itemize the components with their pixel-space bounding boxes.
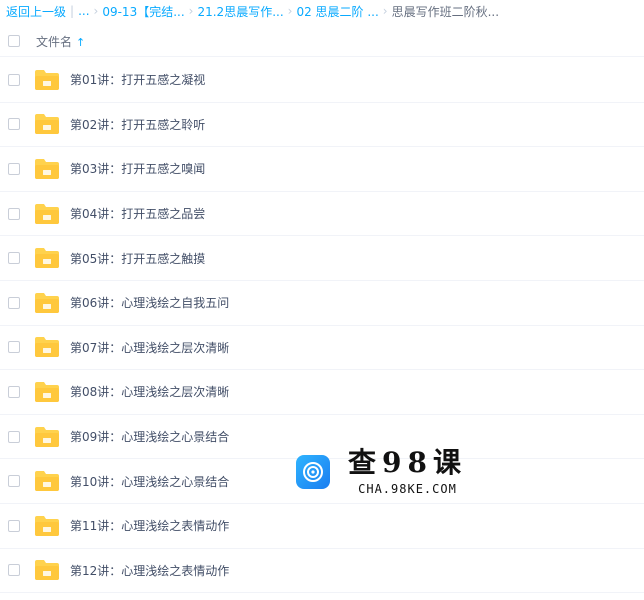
chevron-right-icon: › <box>382 4 388 18</box>
row-checkbox[interactable] <box>8 385 20 398</box>
file-name[interactable]: 第03讲：打开五感之嗅闻 <box>70 160 205 177</box>
file-list-header: 文件名 ↑ <box>0 26 644 57</box>
row-checkbox[interactable] <box>8 252 20 265</box>
breadcrumb-item[interactable]: 21.2思晨写作... <box>197 3 283 20</box>
folder-icon[interactable] <box>34 336 60 358</box>
file-row[interactable]: 第06讲：心理浅绘之自我五问 <box>0 281 644 326</box>
filename-column-header[interactable]: 文件名 ↑ <box>36 33 85 50</box>
chevron-right-icon: › <box>188 4 194 18</box>
folder-icon[interactable] <box>34 69 60 91</box>
file-name[interactable]: 第04讲：打开五感之品尝 <box>70 205 205 222</box>
sort-ascending-icon[interactable]: ↑ <box>76 36 85 49</box>
file-name[interactable]: 第11讲：心理浅绘之表情动作 <box>70 517 229 534</box>
breadcrumb: 返回上一级 | ... › 09-13【完结... › 21.2思晨写作... … <box>6 0 499 22</box>
row-checkbox[interactable] <box>8 519 20 532</box>
breadcrumb-item[interactable]: 02 思晨二阶 ... <box>296 3 378 20</box>
file-name[interactable]: 第02讲：打开五感之聆听 <box>70 116 205 133</box>
row-checkbox[interactable] <box>8 430 20 443</box>
folder-icon[interactable] <box>34 247 60 269</box>
file-row[interactable]: 第01讲：打开五感之凝视 <box>0 58 644 103</box>
filename-column-label: 文件名 <box>36 34 73 49</box>
row-checkbox[interactable] <box>8 207 20 220</box>
file-row[interactable]: 第04讲：打开五感之品尝 <box>0 192 644 237</box>
back-link[interactable]: 返回上一级 <box>6 3 66 20</box>
folder-icon[interactable] <box>34 158 60 180</box>
folder-icon[interactable] <box>34 292 60 314</box>
folder-icon[interactable] <box>34 426 60 448</box>
chevron-right-icon: › <box>93 4 99 18</box>
folder-icon[interactable] <box>34 381 60 403</box>
file-row[interactable]: 第12讲：心理浅绘之表情动作 <box>0 549 644 594</box>
file-row[interactable]: 第08讲：心理浅绘之层次清晰 <box>0 370 644 415</box>
breadcrumb-ellipsis[interactable]: ... <box>78 4 89 18</box>
row-checkbox[interactable] <box>8 162 20 175</box>
file-name[interactable]: 第01讲：打开五感之凝视 <box>70 71 205 88</box>
file-name[interactable]: 第10讲：心理浅绘之心景结合 <box>70 473 229 490</box>
breadcrumb-separator: | <box>70 4 75 18</box>
file-name[interactable]: 第06讲：心理浅绘之自我五问 <box>70 294 229 311</box>
file-row[interactable]: 第11讲：心理浅绘之表情动作 <box>0 504 644 549</box>
row-checkbox[interactable] <box>8 341 20 354</box>
row-checkbox[interactable] <box>8 296 20 309</box>
folder-icon[interactable] <box>34 515 60 537</box>
folder-icon[interactable] <box>34 559 60 581</box>
breadcrumb-item[interactable]: 09-13【完结... <box>102 3 184 20</box>
file-name[interactable]: 第05讲：打开五感之触摸 <box>70 250 205 267</box>
file-row[interactable]: 第02讲：打开五感之聆听 <box>0 103 644 148</box>
folder-icon[interactable] <box>34 113 60 135</box>
file-list: 第01讲：打开五感之凝视 第02讲：打开五感之聆听 第03讲：打开五感之嗅闻 第04讲… <box>0 58 644 594</box>
file-name[interactable]: 第12讲：心理浅绘之表情动作 <box>70 562 229 579</box>
file-row[interactable]: 第03讲：打开五感之嗅闻 <box>0 147 644 192</box>
file-row[interactable]: 第07讲：心理浅绘之层次清晰 <box>0 326 644 371</box>
row-checkbox[interactable] <box>8 564 20 577</box>
folder-icon[interactable] <box>34 203 60 225</box>
file-row[interactable]: 第10讲：心理浅绘之心景结合 <box>0 459 644 504</box>
row-checkbox[interactable] <box>8 118 20 131</box>
chevron-right-icon: › <box>287 4 293 18</box>
row-checkbox[interactable] <box>8 475 20 488</box>
file-row[interactable]: 第05讲：打开五感之触摸 <box>0 236 644 281</box>
file-name[interactable]: 第07讲：心理浅绘之层次清晰 <box>70 339 229 356</box>
folder-icon[interactable] <box>34 470 60 492</box>
file-row[interactable]: 第09讲：心理浅绘之心景结合 <box>0 415 644 460</box>
file-name[interactable]: 第09讲：心理浅绘之心景结合 <box>70 428 229 445</box>
select-all-checkbox[interactable] <box>8 35 20 47</box>
file-name[interactable]: 第08讲：心理浅绘之层次清晰 <box>70 383 229 400</box>
row-checkbox[interactable] <box>8 73 20 86</box>
breadcrumb-current: 思晨写作班二阶秋... <box>391 4 500 19</box>
